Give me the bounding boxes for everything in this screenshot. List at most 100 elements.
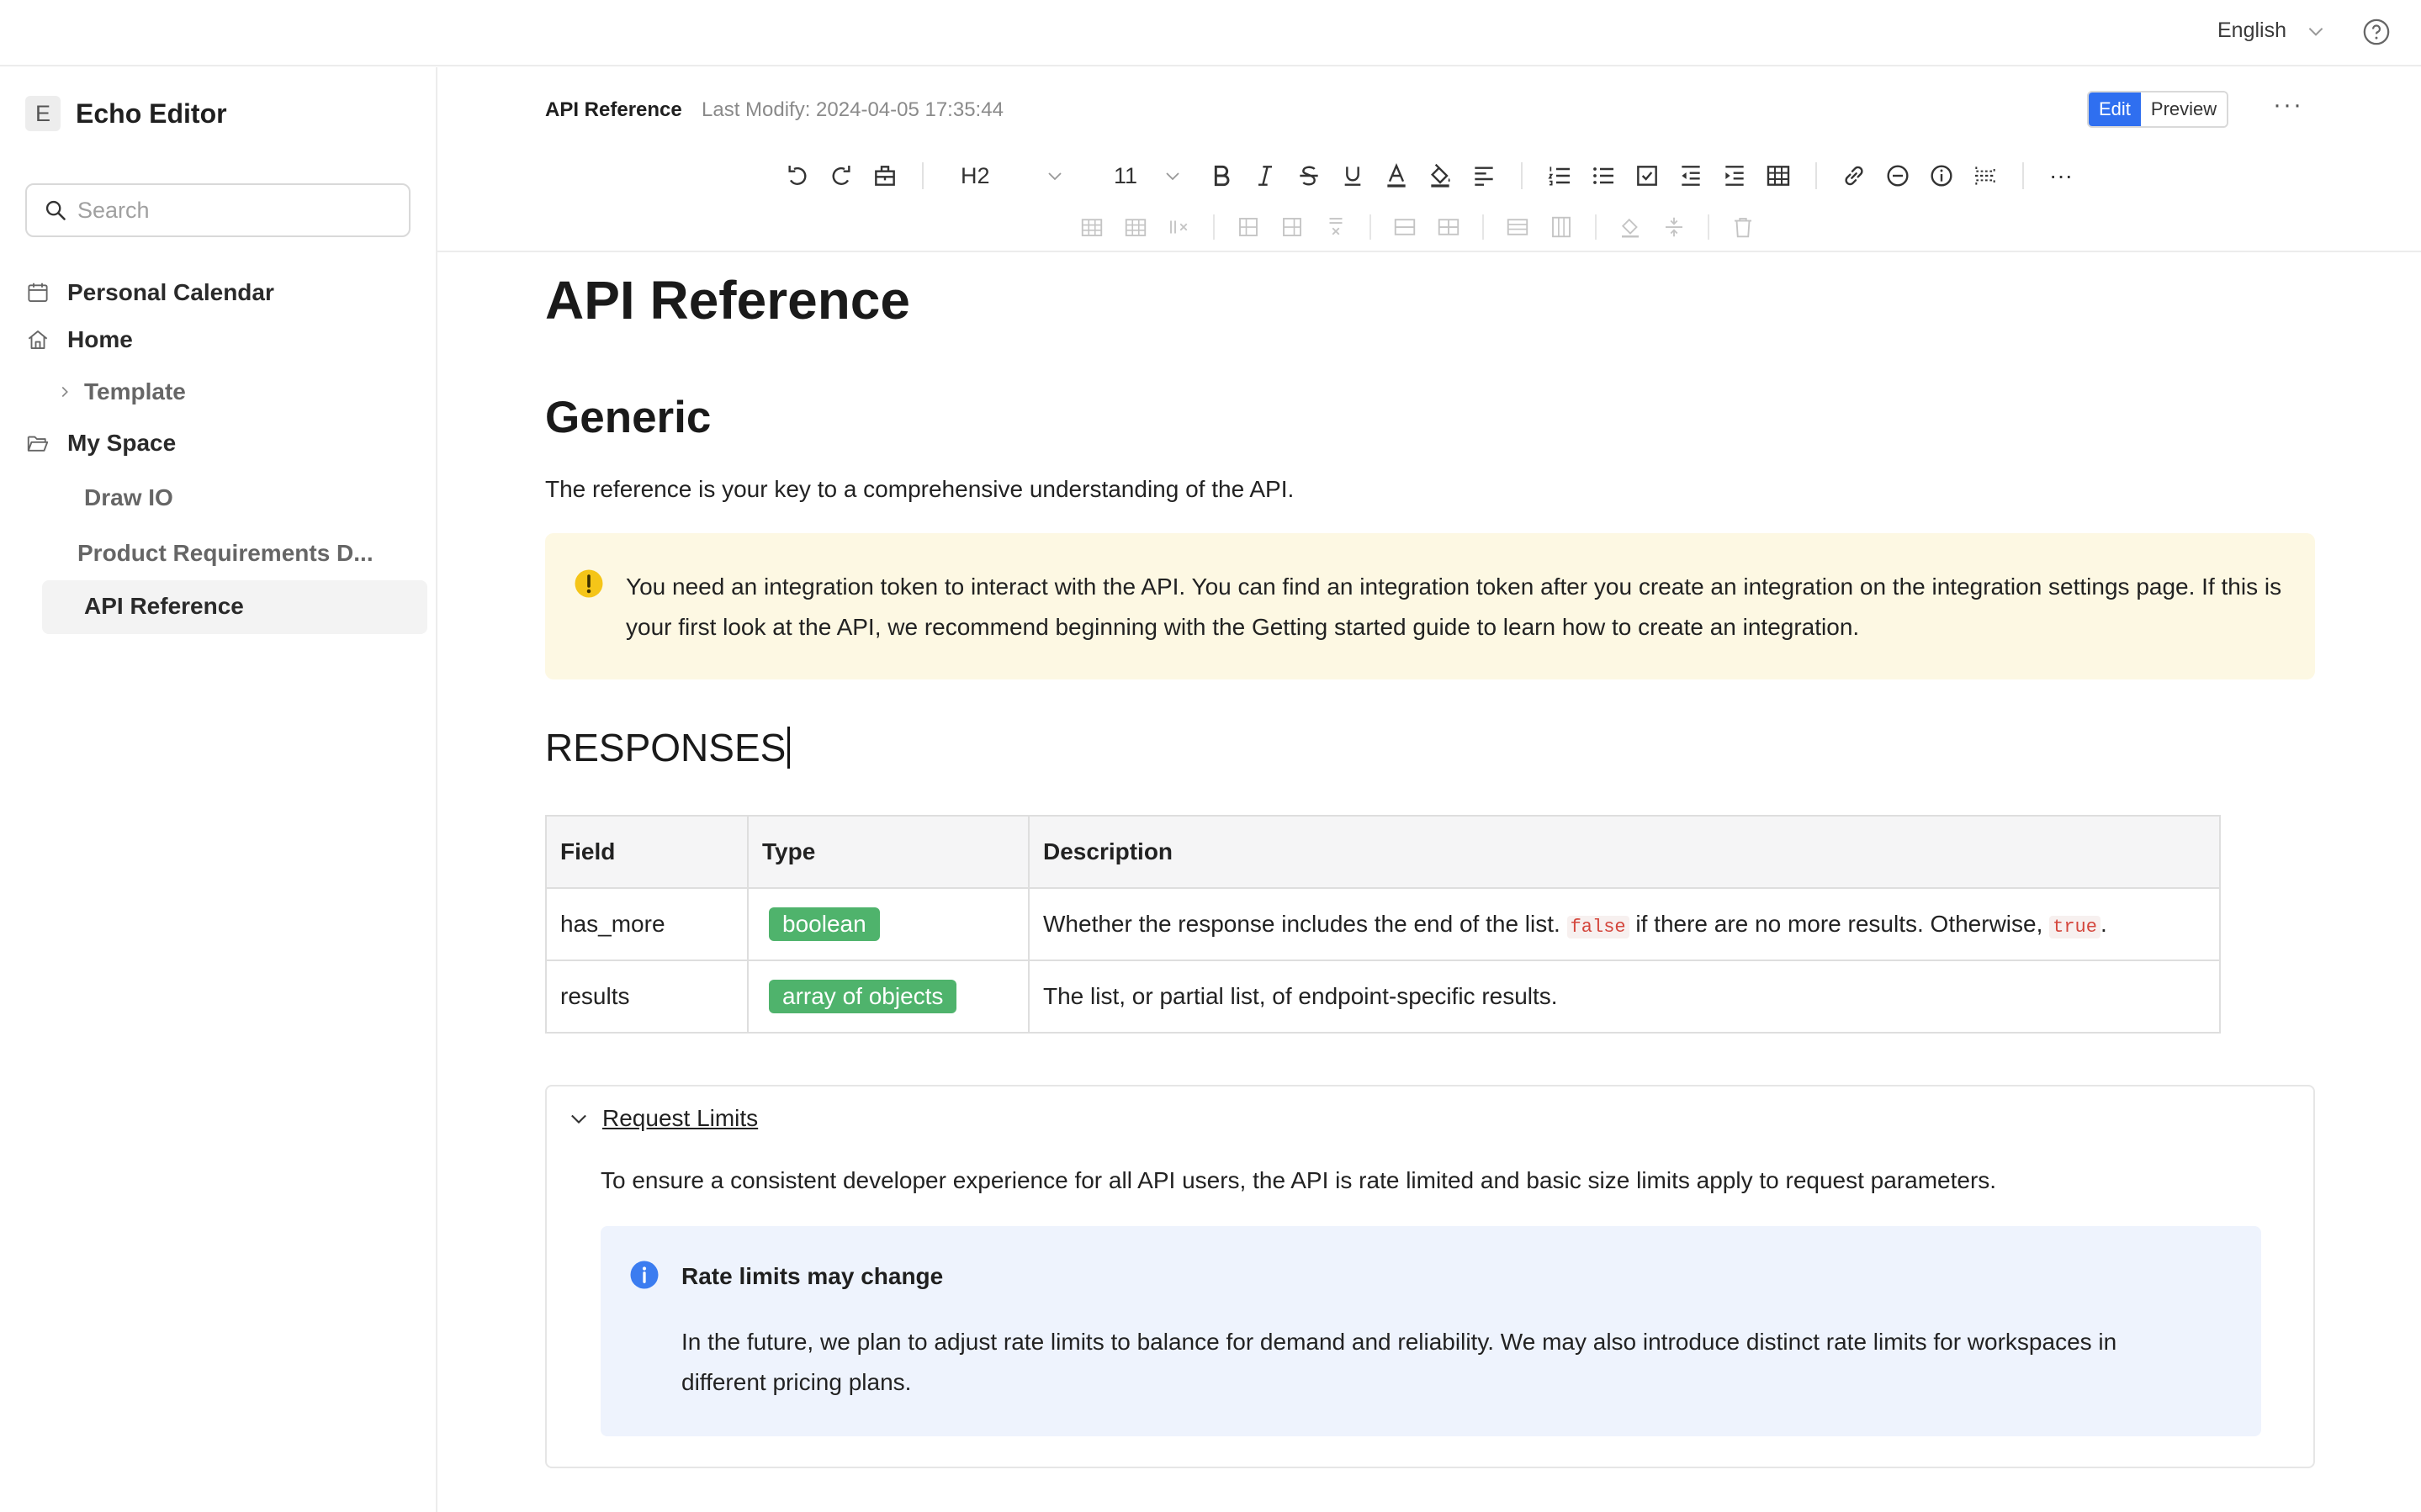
indent-button[interactable] — [1713, 156, 1756, 195]
table-header-cell[interactable]: Description — [1028, 815, 2221, 889]
sidebar-item-label: Product Requirements D... — [77, 540, 373, 566]
search-input[interactable] — [77, 197, 397, 224]
toolbar-divider — [1482, 214, 1484, 240]
warning-icon — [575, 569, 603, 598]
cell-align-button[interactable] — [1652, 212, 1696, 242]
highlight-color-button[interactable] — [1418, 156, 1462, 195]
collapsible-toggle[interactable]: Request Limits — [567, 1105, 758, 1132]
sidebar-item-label: Home — [67, 326, 133, 352]
breadcrumb-doc-title: API Reference — [545, 98, 682, 121]
last-modified-text: Last Modify: 2024-04-05 17:35:44 — [702, 98, 1004, 121]
delete-table-button[interactable] — [1721, 212, 1765, 242]
table-delete-row-button[interactable] — [1158, 212, 1201, 242]
redo-button[interactable] — [819, 156, 863, 195]
align-button[interactable] — [1462, 156, 1506, 195]
table-cell[interactable]: has_more — [545, 887, 749, 961]
table-split-cell-button[interactable] — [1427, 212, 1470, 242]
text-color-icon — [1387, 162, 1406, 188]
search-box[interactable] — [25, 183, 411, 237]
sidebar-item-home[interactable]: Home — [25, 326, 133, 353]
horizontal-rule-button[interactable] — [1876, 156, 1920, 195]
brand[interactable]: E Echo Editor — [25, 96, 227, 131]
table-cell[interactable]: boolean — [747, 887, 1030, 961]
table-header-column-button[interactable] — [1539, 212, 1583, 242]
table-row-before-icon — [1081, 219, 1103, 236]
toolbar-divider — [2022, 162, 2024, 189]
heading-select[interactable]: H2 — [939, 163, 1065, 189]
table-cell[interactable]: The list, or partial list, of endpoint-s… — [1028, 960, 2221, 1034]
table-cell[interactable]: results — [545, 960, 749, 1034]
sidebar-item-draw-io[interactable]: Draw IO — [84, 484, 173, 511]
link-button[interactable] — [1832, 156, 1876, 195]
format-painter-button[interactable] — [863, 156, 907, 195]
undo-button[interactable] — [776, 156, 819, 195]
font-size-select[interactable]: 11 — [1082, 163, 1183, 189]
table-insert-column-after-button[interactable] — [1270, 212, 1314, 242]
inline-code: false — [1566, 916, 1629, 938]
split-cell-icon — [1438, 219, 1459, 235]
bold-button[interactable] — [1200, 156, 1243, 195]
strikethrough-button[interactable] — [1287, 156, 1331, 195]
cell-background-button[interactable] — [1608, 212, 1652, 242]
sidebar-item-personal-calendar[interactable]: Personal Calendar — [25, 279, 274, 306]
italic-button[interactable] — [1243, 156, 1287, 195]
ordered-list-icon — [1548, 167, 1570, 186]
underline-icon — [1344, 167, 1361, 186]
table-header-cell[interactable]: Type — [747, 815, 1030, 889]
outdent-button[interactable] — [1669, 156, 1713, 195]
table-header-cell[interactable]: Field — [545, 815, 749, 889]
toolbar-divider — [1521, 162, 1523, 189]
underline-button[interactable] — [1331, 156, 1375, 195]
heading-responses-text: RESPONSES — [545, 726, 787, 769]
ordered-list-button[interactable] — [1538, 156, 1581, 195]
description-text: Whether the response includes the end of… — [1043, 911, 1560, 937]
language-selector[interactable]: English — [2217, 19, 2327, 43]
table-insert-row-before-button[interactable] — [1070, 212, 1114, 242]
heading-responses[interactable]: RESPONSES — [545, 725, 791, 770]
document-title[interactable]: API Reference — [545, 269, 910, 331]
collapsible-paragraph[interactable]: To ensure a consistent developer experie… — [601, 1167, 1996, 1194]
table-delete-column-icon — [1329, 218, 1343, 235]
responses-table[interactable]: Field Type Description has_more boolean … — [545, 815, 2221, 1034]
table-delete-column-button[interactable] — [1314, 212, 1358, 242]
text-color-button[interactable] — [1375, 156, 1418, 195]
help-icon[interactable] — [2362, 18, 2391, 46]
collapsible-title[interactable]: Request Limits — [602, 1105, 758, 1132]
app-name: Echo Editor — [76, 98, 227, 129]
sidebar-item-template[interactable]: Template — [56, 378, 186, 405]
toolbar-more-button[interactable]: ··· — [2039, 156, 2083, 195]
outdent-icon — [1682, 166, 1700, 186]
preview-mode-button[interactable]: Preview — [2140, 93, 2228, 126]
font-size-select-value: 11 — [1114, 162, 1138, 188]
table-insert-row-after-button[interactable] — [1114, 212, 1158, 242]
link-icon — [1845, 166, 1863, 186]
sidebar-item-my-space[interactable]: My Space — [25, 430, 176, 457]
bullet-list-button[interactable] — [1581, 156, 1625, 195]
table-header-row: Field Type Description — [545, 815, 2221, 889]
heading-generic[interactable]: Generic — [545, 392, 711, 443]
info-callout[interactable]: Rate limits may change In the future, we… — [601, 1226, 2261, 1436]
toolbar-divider — [1213, 214, 1215, 240]
more-options-button[interactable]: ··· — [2273, 91, 2303, 119]
callout-button[interactable] — [1920, 156, 1963, 195]
table-cell[interactable]: array of objects — [747, 960, 1030, 1034]
table-cell[interactable]: Whether the response includes the end of… — [1028, 887, 2221, 961]
calendar-icon — [28, 283, 48, 302]
task-list-button[interactable] — [1625, 156, 1669, 195]
page-break-button[interactable] — [1963, 156, 2007, 195]
table-header-row-button[interactable] — [1496, 212, 1539, 242]
table-merge-cells-button[interactable] — [1383, 212, 1427, 242]
edit-mode-button[interactable]: Edit — [2089, 93, 2141, 126]
table-insert-column-before-button[interactable] — [1226, 212, 1270, 242]
insert-table-button[interactable] — [1756, 156, 1800, 195]
warning-callout[interactable]: You need an integration token to interac… — [545, 533, 2315, 679]
sidebar-item-product-requirements[interactable]: Product Requirements D... — [77, 540, 373, 567]
editor-toolbar: H2 11 ··· — [776, 156, 2083, 195]
table-column-before-icon — [1239, 218, 1258, 236]
text-cursor — [787, 727, 791, 769]
chevron-down-icon — [1048, 172, 1062, 181]
table-delete-row-icon — [1170, 220, 1188, 234]
intro-paragraph[interactable]: The reference is your key to a comprehen… — [545, 476, 1294, 503]
sidebar-item-api-reference[interactable]: API Reference — [42, 580, 427, 634]
top-bar: English — [0, 0, 2421, 66]
